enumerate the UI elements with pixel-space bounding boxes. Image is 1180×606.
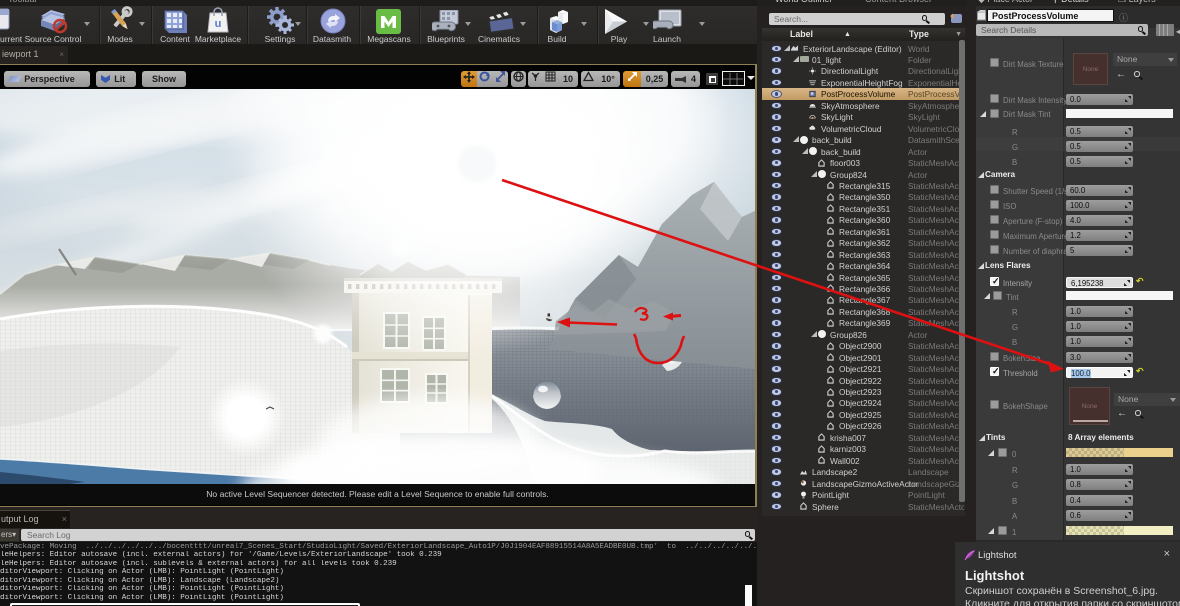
svg-text:u: u (215, 18, 222, 30)
